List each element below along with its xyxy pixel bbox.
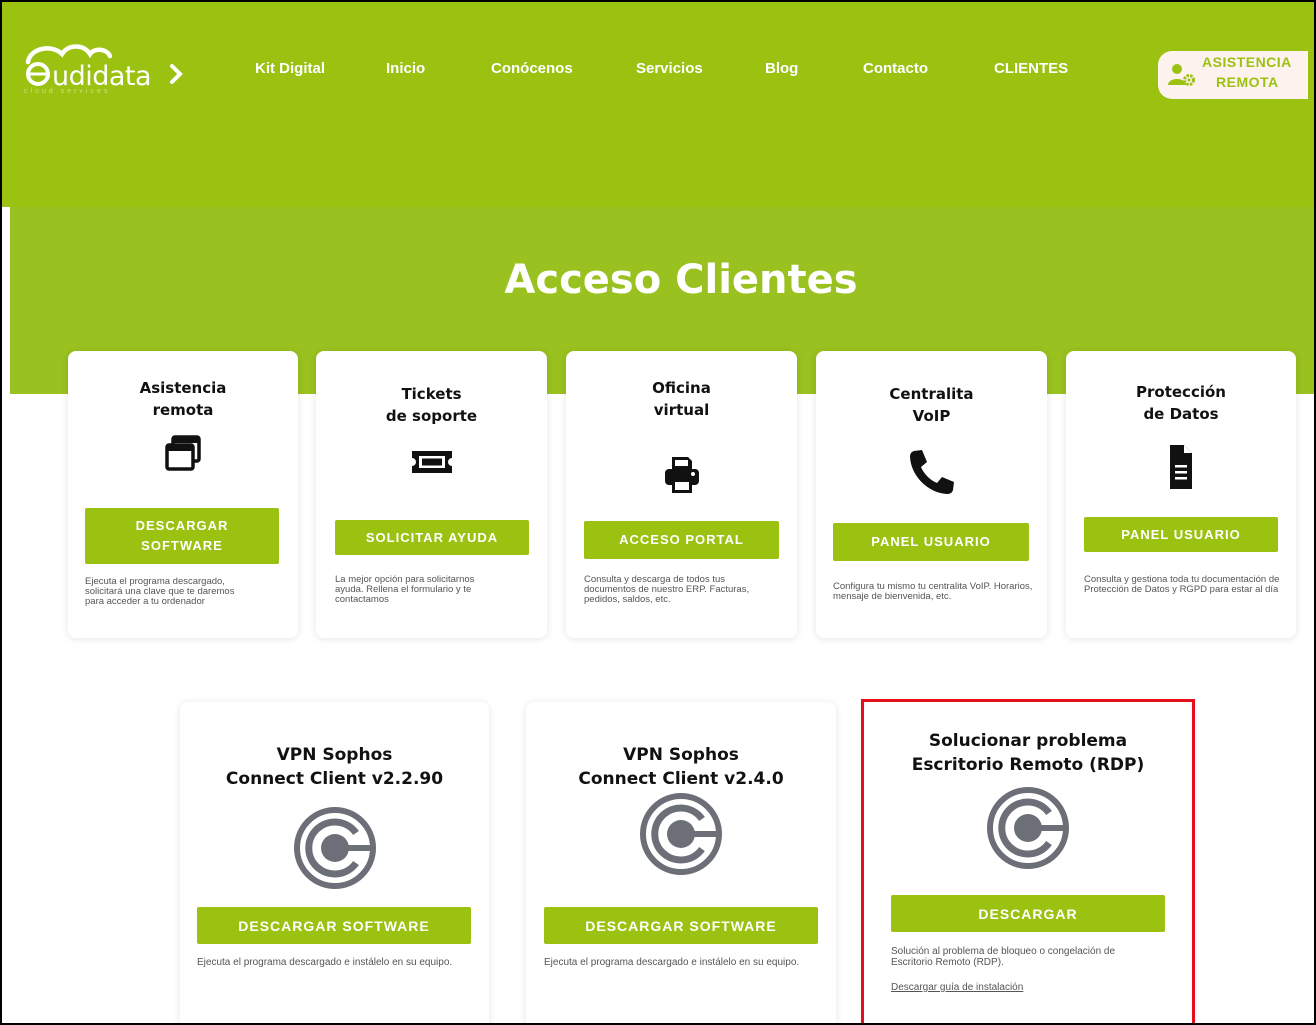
card-vpn-sophos-2290: VPN Sophos Connect Client v2.2.90 DESCAR… [180,702,489,1023]
card-title: Protección de Datos [1066,381,1296,425]
remote-assistance-label-1: ASISTENCIA [1202,54,1292,70]
nav-inicio[interactable]: Inicio [386,60,425,77]
card-title-line-2: Connect Client v2.4.0 [578,769,784,789]
document-icon [1066,443,1296,491]
page-title: Acceso Clientes [504,257,858,303]
phone-icon [816,449,1047,495]
page: udidata cloud services Kit Digital Inici… [2,2,1314,1023]
nav-blog[interactable]: Blog [765,60,798,77]
card-title: Asistencia remota [68,377,298,421]
card-title: Centralita VoIP [816,383,1047,427]
card-description: La mejor opción para solicitarnos ayuda.… [335,574,475,605]
card-title: Tickets de soporte [316,383,547,427]
card-title-line-1: VPN Sophos [276,745,393,765]
card-title-line-2: de Datos [1143,405,1219,423]
card-title-line-1: VPN Sophos [623,745,739,765]
card-title-line-2: remota [152,401,214,419]
portal-access-button[interactable]: ACCESO PORTAL [584,521,779,559]
download-software-button[interactable]: DESCARGAR SOFTWARE [85,508,279,564]
card-title-line-2: Connect Client v2.2.90 [225,769,444,789]
card-title: VPN Sophos Connect Client v2.4.0 [526,743,836,791]
windows-icon [68,435,298,471]
sophos-connect-icon [526,791,836,877]
download-vpn-2290-button[interactable]: DESCARGAR SOFTWARE [197,907,471,944]
sophos-connect-icon [180,805,489,891]
card-description: Configura tu mismo tu centralita VoIP. H… [833,581,1033,602]
card-remote-assistance: Asistencia remota DESCARGAR SOFTWARE Eje… [68,351,298,638]
printer-icon [566,455,797,495]
remote-assistance-label-2: REMOTA [1216,74,1279,90]
ticket-icon [316,449,547,475]
card-description: Ejecuta el programa descargado e instále… [544,957,800,968]
nav-servicios[interactable]: Servicios [636,60,703,77]
voip-panel-button[interactable]: PANEL USUARIO [833,523,1029,561]
svg-text:udidata: udidata [52,61,151,90]
nav-contacto[interactable]: Contacto [863,60,928,77]
button-label-2: SOFTWARE [141,538,223,553]
remote-assistance-button[interactable]: ASISTENCIA REMOTA [1158,51,1308,99]
card-title: Oficina virtual [566,377,797,421]
card-title: VPN Sophos Connect Client v2.2.90 [180,743,489,791]
card-description: Ejecuta el programa descargado e instále… [197,957,453,968]
request-help-button[interactable]: SOLICITAR AYUDA [335,520,529,555]
card-data-protection: Protección de Datos PANEL USUARIO Consul… [1066,351,1296,638]
logo-tagline: cloud services [24,88,111,95]
site-header: udidata cloud services Kit Digital Inici… [2,2,1314,207]
nav-clientes[interactable]: CLIENTES [994,60,1068,77]
card-title-line-2: virtual [653,401,710,419]
card-description: Ejecuta el programa descargado, solicita… [85,576,235,607]
card-title-line-2: de soporte [385,407,478,425]
card-title-line-1: Tickets [401,385,462,403]
data-protection-panel-button[interactable]: PANEL USUARIO [1084,517,1278,552]
download-vpn-240-button[interactable]: DESCARGAR SOFTWARE [544,907,818,944]
card-description: Consulta y descarga de todos tus documen… [584,574,750,605]
card-support-tickets: Tickets de soporte SOLICITAR AYUDA La me… [316,351,547,638]
highlight-box [861,699,1195,1023]
user-gear-icon [1168,63,1196,92]
nav-conocenos[interactable]: Conócenos [491,60,573,77]
card-title-line-1: Centralita [889,385,974,403]
card-virtual-office: Oficina virtual ACCESO PORTAL Consulta y… [566,351,797,638]
card-title-line-1: Protección [1136,383,1226,401]
card-description: Consulta y gestiona toda tu documentació… [1084,574,1280,595]
nav-kit-digital[interactable]: Kit Digital [255,60,325,77]
card-title-line-2: VoIP [912,407,951,425]
card-title-line-1: Asistencia [139,379,227,397]
button-label-1: DESCARGAR [135,518,229,533]
logo-mark-icon: udidata [25,44,183,90]
logo[interactable]: udidata cloud services [22,40,192,100]
card-vpn-sophos-240: VPN Sophos Connect Client v2.4.0 DESCARG… [526,702,836,1023]
card-voip: Centralita VoIP PANEL USUARIO Configura … [816,351,1047,638]
card-title-line-1: Oficina [652,379,711,397]
